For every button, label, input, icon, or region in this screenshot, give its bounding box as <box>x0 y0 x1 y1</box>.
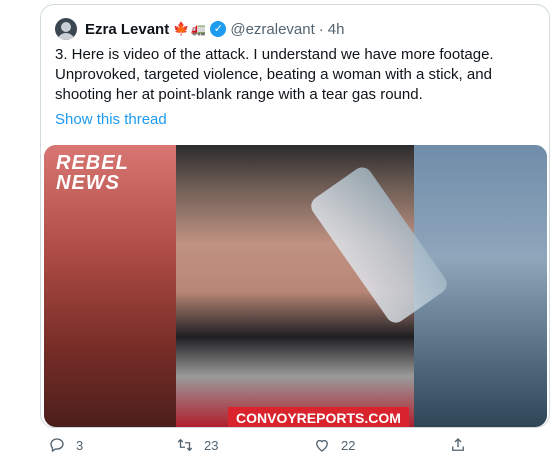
tweet-card[interactable]: Ezra Levant 🍁 🚛 ✓ @ezralevant · 4h 3. He… <box>40 4 550 428</box>
separator-dot: · <box>318 20 324 38</box>
tweet-text: 3. Here is video of the attack. I unders… <box>55 46 494 103</box>
logo-line-2: NEWS <box>56 172 120 194</box>
share-icon <box>452 438 464 451</box>
reply-button[interactable]: 3 <box>48 436 83 454</box>
retweet-icon <box>177 438 193 452</box>
timestamp[interactable]: 4h <box>328 21 345 38</box>
video-media[interactable]: REBEL NEWS CONVOYREPORTS.COM <box>44 145 547 427</box>
reply-count: 3 <box>76 437 84 453</box>
rebel-news-logo: REBEL NEWS <box>56 153 129 193</box>
verified-badge-icon: ✓ <box>210 21 227 37</box>
truck-icon: 🚛 <box>191 22 207 36</box>
avatar[interactable] <box>55 18 77 40</box>
convoy-banner: CONVOYREPORTS.COM <box>228 407 409 427</box>
like-count: 22 <box>341 437 356 453</box>
retweet-count: 23 <box>204 437 219 453</box>
logo-line-1: REBEL <box>56 152 129 174</box>
maple-leaf-icon: 🍁 <box>173 21 190 36</box>
tweet-header: Ezra Levant 🍁 🚛 ✓ @ezralevant · 4h <box>55 17 344 41</box>
retweet-button[interactable]: 23 <box>176 436 218 454</box>
heart-icon <box>316 439 328 452</box>
like-button[interactable]: 22 <box>313 436 355 454</box>
author-handle[interactable]: @ezralevant <box>230 21 314 38</box>
share-button[interactable] <box>449 436 467 454</box>
show-thread-link[interactable]: Show this thread <box>55 111 167 128</box>
tweet-actions: 3 23 22 <box>0 436 557 464</box>
reply-icon <box>50 438 64 453</box>
author-name[interactable]: Ezra Levant <box>85 21 169 38</box>
